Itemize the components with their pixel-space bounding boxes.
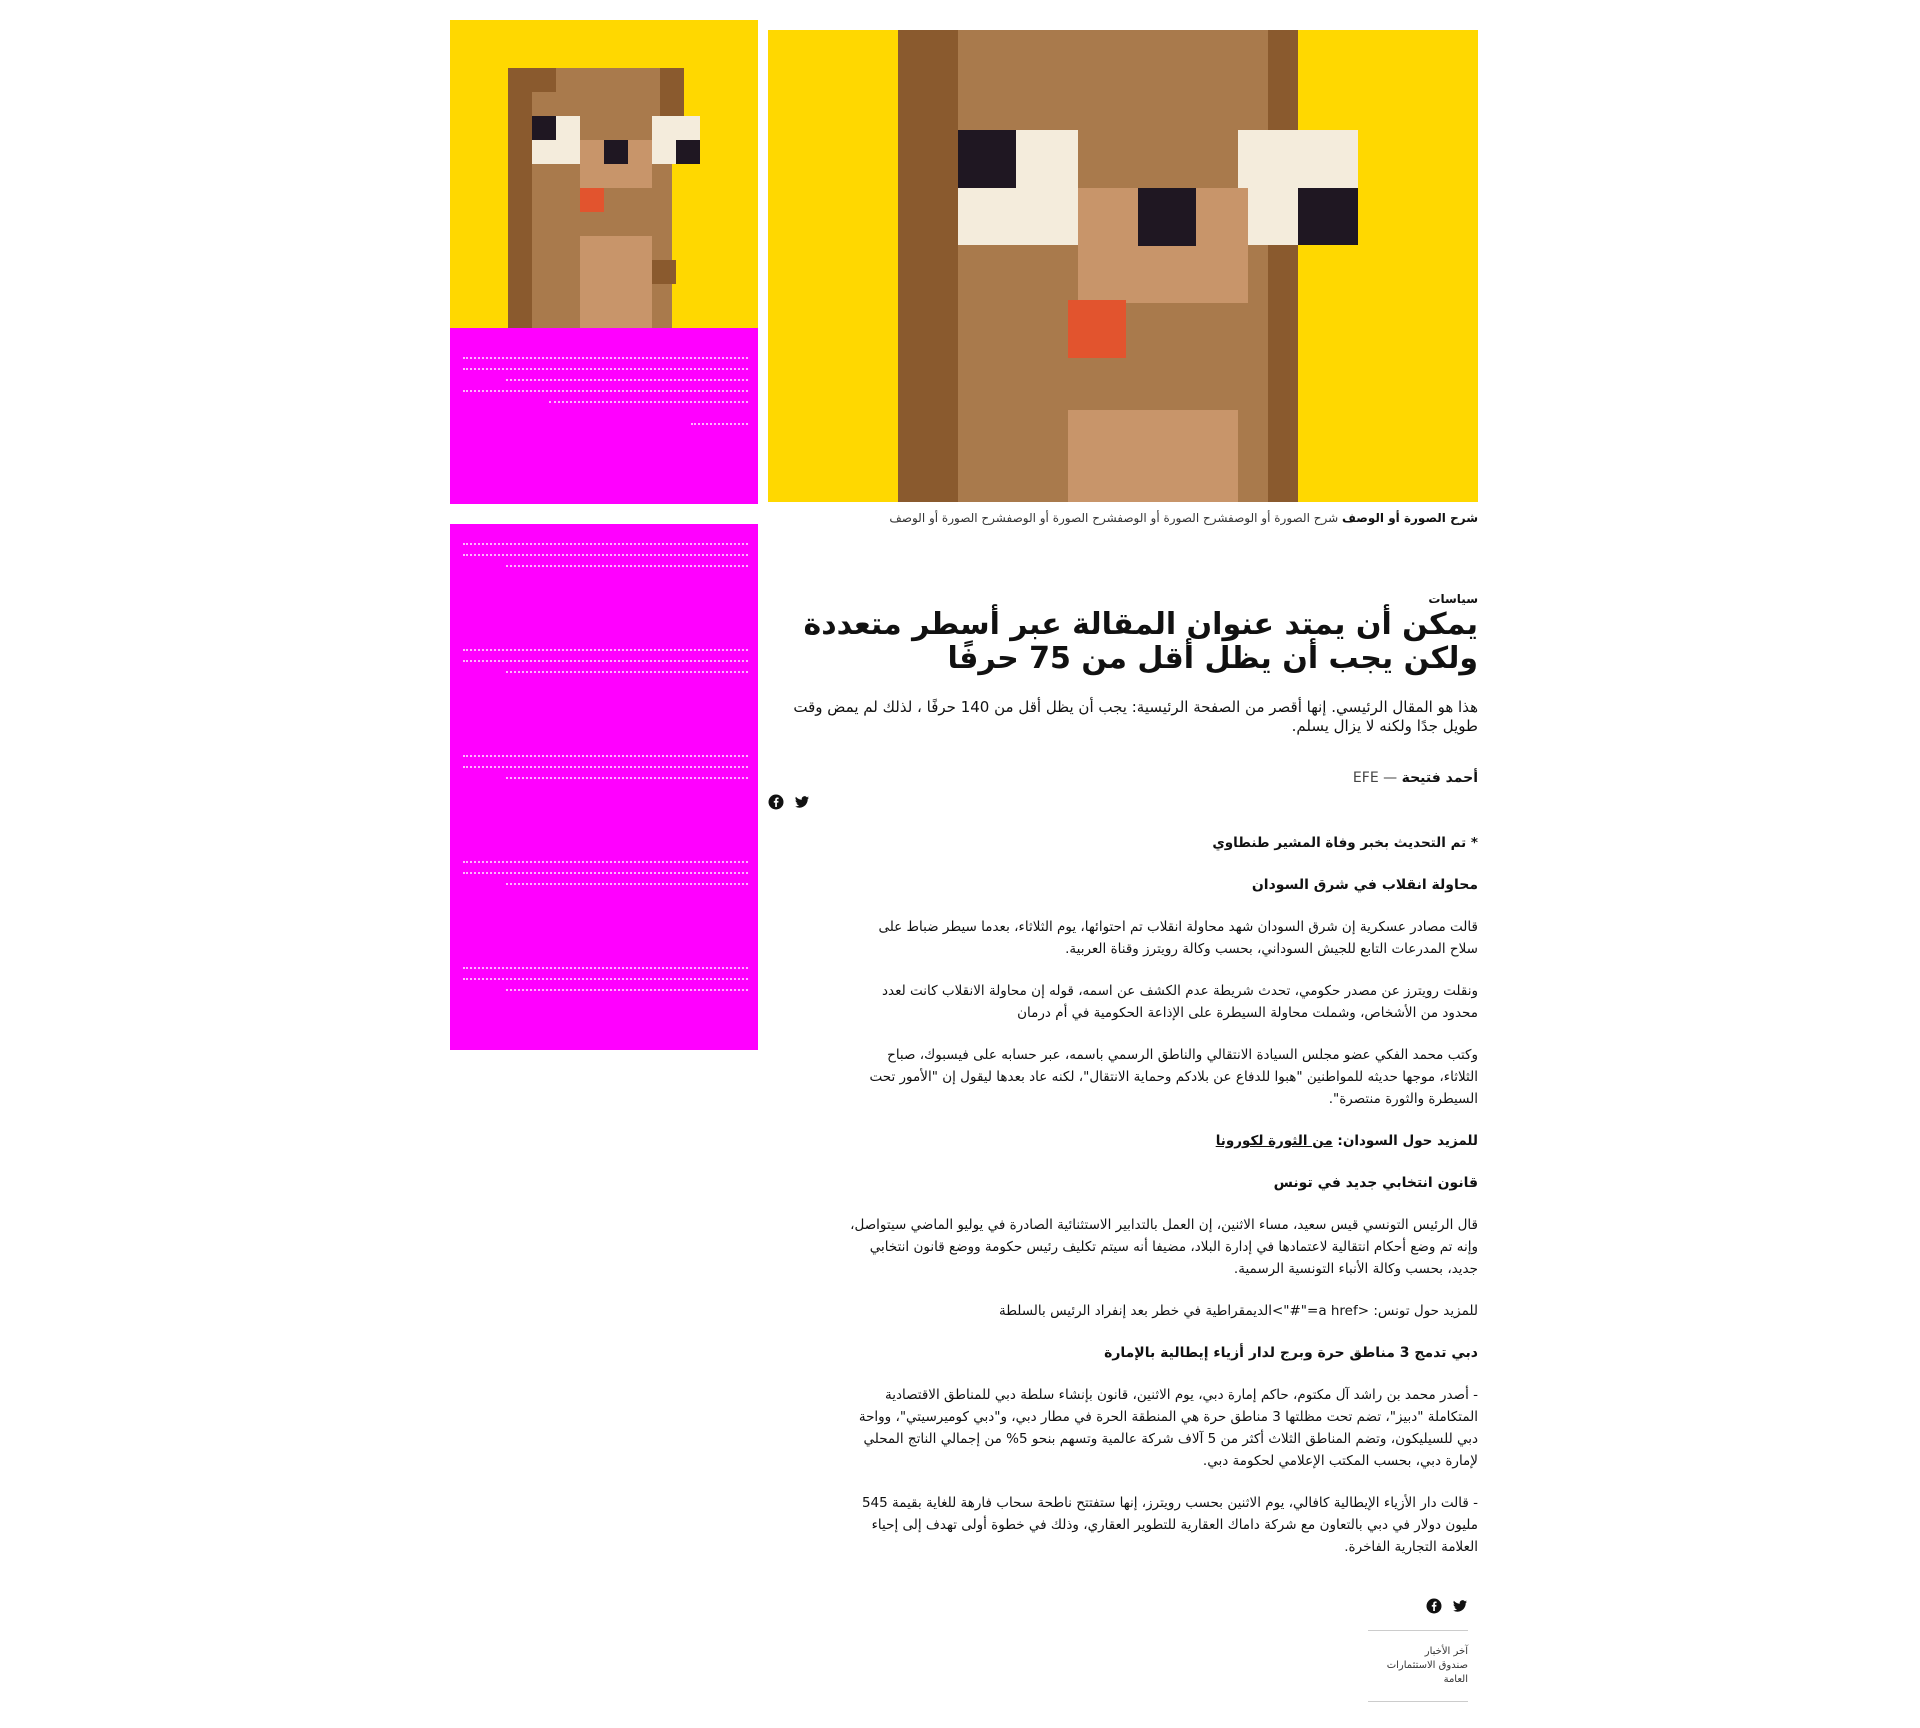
paragraph: وكتب محمد الفكي عضو مجلس السيادة الانتقا… [869,1047,1478,1107]
ad-magenta-panel [450,328,758,504]
paragraph: ونقلت رويترز عن مصدر حكومي، تحدث شريطة ع… [882,983,1478,1021]
update-note: * تم التحديث بخبر وفاة المشير طنطاوي [1212,835,1478,851]
paragraph: قال الرئيس التونسي قيس سعيد، مساء الاثني… [850,1217,1478,1277]
share-bar-top [768,794,810,810]
more-sudan: للمزيد حول السودان: من الثورة لكورونا [848,1130,1478,1152]
byline: أحمد فتيحة — EFE [768,770,1478,786]
byline-separator: — [1378,770,1402,786]
more-sudan-link[interactable]: من الثورة لكورونا [1216,1133,1333,1149]
more-tunisia: للمزيد حول تونس: <a href="#">الديمقراطية… [998,1303,1478,1319]
twitter-icon[interactable] [1452,1598,1468,1614]
subheading-dubai: دبي تدمج 3 مناطق حرة وبرج لدار أزياء إيط… [1104,1345,1478,1361]
article-title: يمكن أن يمتد عنوان المقالة عبر أسطر متعد… [803,607,1478,676]
facebook-icon[interactable] [768,794,784,810]
paragraph: - قالت دار الأزياء الإيطالية كافالي، يوم… [861,1495,1478,1555]
ad-noise-text [463,536,748,576]
share-bar-bottom [1426,1598,1468,1614]
twitter-icon[interactable] [794,794,810,810]
article-summary: هذا هو المقال الرئيسي. إنها أقصر من الصف… [793,698,1478,735]
ad-noise-text [463,642,748,682]
author-name[interactable]: أحمد فتيحة [1402,770,1478,786]
ad-noise-text [463,854,748,894]
paragraph: - أصدر محمد بن راشد آل مكتوم، حاكم إمارة… [858,1387,1478,1469]
sidebar-ad-top[interactable] [450,20,758,504]
subheading-sudan: محاولة انقلاب في شرق السودان [1251,877,1478,893]
paragraph: قالت مصادر عسكرية إن شرق السودان شهد محا… [878,919,1478,957]
ad-noise-text [463,748,748,788]
caption-rest: شرح الصورة أو الوصفشرح الصورة أو الوصفشر… [889,511,1342,525]
sidebar-ad-bottom[interactable] [450,524,758,1050]
hero-image [768,30,1478,502]
ad-pixel-dog-image [450,20,758,328]
facebook-icon[interactable] [1426,1598,1442,1614]
agency-name: EFE [1352,770,1379,786]
related-line: آخر الأخبار [1424,1646,1468,1657]
related-links-box[interactable]: آخر الأخبار صندوق الاستثمارات العامة [1368,1630,1468,1702]
image-caption: شرح الصورة أو الوصف شرح الصورة أو الوصفش… [768,511,1478,525]
more-sudan-label: للمزيد حول السودان: [1332,1133,1478,1149]
related-line: العامة [1443,1674,1468,1685]
related-line: صندوق الاستثمارات [1386,1660,1468,1671]
section-label[interactable]: سياسات [768,592,1478,606]
ad-noise-text [463,350,748,434]
subheading-tunisia: قانون انتخابي جديد في تونس [1273,1175,1478,1191]
ad-noise-text [463,960,748,1000]
caption-strong: شرح الصورة أو الوصف [1341,511,1478,525]
article-body: * تم التحديث بخبر وفاة المشير طنطاوي محا… [848,832,1478,1578]
